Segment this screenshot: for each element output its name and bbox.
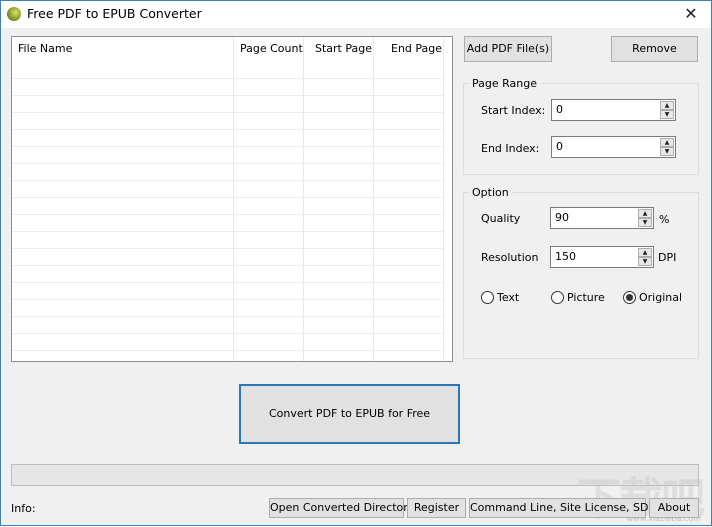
quality-spinner[interactable]: 90 ▲ ▼: [550, 207, 654, 229]
end-index-label: End Index:: [481, 142, 540, 155]
window-title: Free PDF to EPUB Converter: [27, 6, 202, 21]
grid-row-line: [12, 214, 444, 215]
column-header-file-name[interactable]: File Name: [18, 37, 72, 61]
column-header-start-page[interactable]: Start Page: [315, 37, 372, 61]
about-button[interactable]: About: [649, 498, 699, 518]
grid-row-line: [12, 163, 444, 164]
grid-row-line: [12, 350, 444, 351]
open-converted-directory-button[interactable]: Open Converted Directory: [269, 498, 414, 518]
file-list-header: File Name Page Count Start Page End Page: [12, 37, 452, 61]
spin-up-icon[interactable]: ▲: [660, 138, 674, 147]
column-divider: [303, 37, 304, 361]
file-list[interactable]: File Name Page Count Start Page End Page: [11, 36, 453, 362]
spin-down-icon[interactable]: ▼: [638, 257, 652, 266]
title-bar: Free PDF to EPUB Converter ✕: [1, 1, 711, 28]
column-divider: [443, 37, 444, 361]
radio-original-label: Original: [639, 291, 683, 304]
radio-text-label: Text: [497, 291, 520, 304]
page-range-label: Page Range: [469, 77, 540, 90]
add-pdf-files-button[interactable]: Add PDF File(s): [464, 36, 552, 62]
resolution-spinner[interactable]: 150 ▲ ▼: [550, 246, 654, 268]
app-window: Free PDF to EPUB Converter ✕ File Name P…: [0, 0, 712, 526]
radio-circle-icon[interactable]: [551, 291, 564, 304]
spin-up-icon[interactable]: ▲: [660, 101, 674, 110]
resolution-value[interactable]: 150: [555, 250, 576, 263]
resolution-label: Resolution: [481, 251, 539, 264]
grid-row-line: [12, 78, 444, 79]
grid-row-line: [12, 197, 444, 198]
radio-selected-icon[interactable]: [623, 291, 636, 304]
spin-down-icon[interactable]: ▼: [660, 147, 674, 156]
spin-up-icon[interactable]: ▲: [638, 209, 652, 218]
resolution-unit: DPI: [658, 251, 677, 264]
spin-down-icon[interactable]: ▼: [660, 110, 674, 119]
close-icon[interactable]: ✕: [671, 1, 711, 28]
info-label: Info:: [11, 502, 36, 515]
radio-text[interactable]: Text: [481, 291, 519, 304]
grid-row-line: [12, 231, 444, 232]
column-divider: [233, 37, 234, 361]
spin-down-icon[interactable]: ▼: [638, 218, 652, 227]
grid-row-line: [12, 180, 444, 181]
app-logo-icon: [7, 7, 21, 21]
grid-row-line: [12, 299, 444, 300]
start-index-label: Start Index:: [481, 104, 546, 117]
option-group: Option Quality 90 ▲ ▼ % Resolution 150 ▲ ▼…: [463, 186, 699, 359]
command-line-button[interactable]: Command Line, Site License, SDK: [469, 498, 656, 518]
radio-original[interactable]: Original: [623, 291, 682, 304]
grid-row-line: [12, 316, 444, 317]
grid-row-line: [12, 248, 444, 249]
option-label: Option: [469, 186, 512, 199]
grid-row-line: [12, 146, 444, 147]
quality-unit: %: [659, 213, 670, 226]
register-button[interactable]: Register: [407, 498, 466, 518]
quality-value[interactable]: 90: [555, 211, 569, 224]
column-divider: [373, 37, 374, 361]
quality-label: Quality: [481, 212, 521, 225]
grid-row-line: [12, 333, 444, 334]
grid-row-line: [12, 95, 444, 96]
end-index-value[interactable]: 0: [556, 140, 563, 153]
grid-row-line: [12, 129, 444, 130]
remove-button[interactable]: Remove: [611, 36, 698, 62]
spin-up-icon[interactable]: ▲: [638, 248, 652, 257]
grid-row-line: [12, 282, 444, 283]
radio-picture[interactable]: Picture: [551, 291, 605, 304]
start-index-value[interactable]: 0: [556, 103, 563, 116]
grid-row-line: [12, 265, 444, 266]
page-range-group: Page Range Start Index: 0 ▲ ▼ End Index: …: [463, 77, 699, 175]
convert-button[interactable]: Convert PDF to EPUB for Free: [239, 384, 460, 444]
end-index-spinner[interactable]: 0 ▲ ▼: [551, 136, 676, 158]
column-header-page-count[interactable]: Page Count: [240, 37, 303, 61]
start-index-spinner[interactable]: 0 ▲ ▼: [551, 99, 676, 121]
grid-row-line: [12, 112, 444, 113]
column-header-end-page[interactable]: End Page: [391, 37, 442, 61]
radio-circle-icon[interactable]: [481, 291, 494, 304]
radio-picture-label: Picture: [567, 291, 605, 304]
